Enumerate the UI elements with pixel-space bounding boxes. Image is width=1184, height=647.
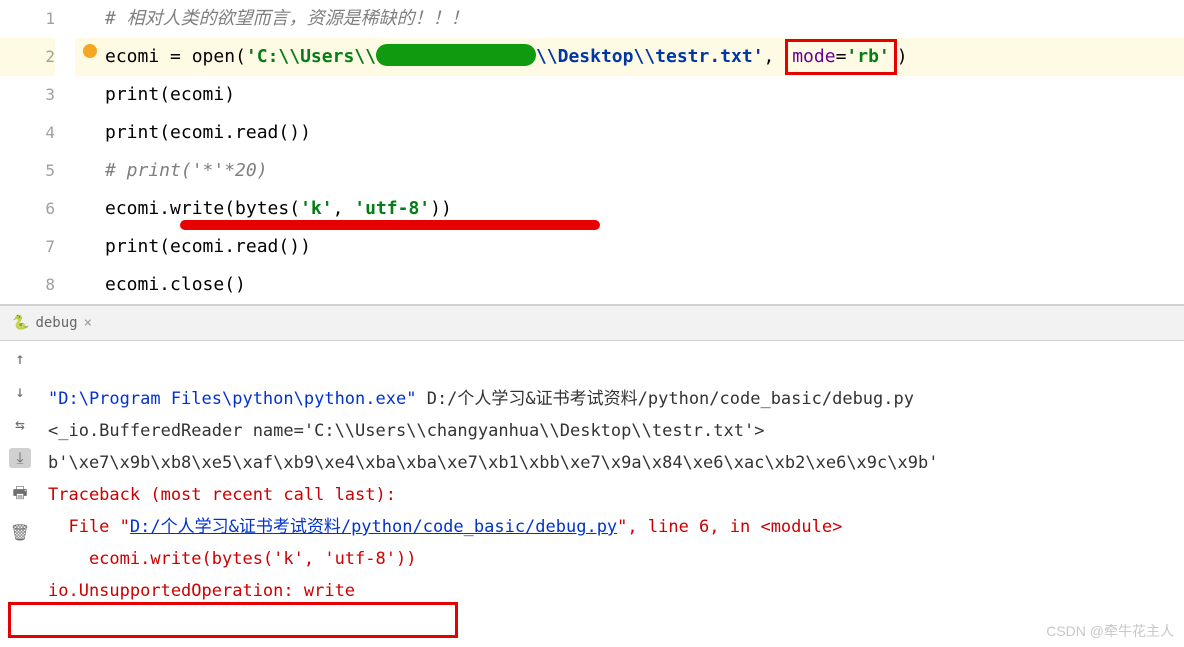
red-underline-annotation <box>180 220 600 230</box>
code-line-3[interactable]: print(ecomi) <box>75 76 1184 114</box>
redacted-username <box>376 44 536 66</box>
console-toolbar: ↑ ↓ ⇆ ⤓ 🖶 🗑 <box>0 341 40 601</box>
close-icon[interactable]: × <box>84 315 92 331</box>
line-number: 6 <box>0 190 55 228</box>
code-line-5[interactable]: # print('*'*20) <box>75 152 1184 190</box>
python-icon: 🐍 <box>12 315 29 331</box>
code-line-7[interactable]: print(ecomi.read()) <box>75 228 1184 266</box>
code-editor: 1 2 3 4 5 6 7 8 # 相对人类的欲望而言，资源是稀缺的！！！ ec… <box>0 0 1184 305</box>
console-output[interactable]: "D:\Program Files\python\python.exe" D:/… <box>40 341 1184 601</box>
output-bytes: b'\xe7\x9b\xb8\xe5\xaf\xb9\xe4\xba\xba\x… <box>48 453 938 473</box>
output-repr: <_io.BufferedReader name='C:\\Users\\cha… <box>48 421 764 441</box>
trash-icon[interactable]: 🗑 <box>9 523 31 542</box>
line-number: 1 <box>0 0 55 38</box>
console-tab-bar: 🐍 debug × <box>0 305 1184 341</box>
wrap-icon[interactable]: ⇆ <box>9 415 31 434</box>
tab-label: debug <box>35 315 77 331</box>
code-area[interactable]: # 相对人类的欲望而言，资源是稀缺的！！！ ecomi = open('C:\\… <box>75 0 1184 304</box>
error-highlight-box <box>8 602 458 638</box>
up-icon[interactable]: ↑ <box>9 349 31 368</box>
traceback-header: Traceback (most recent call last): <box>48 485 396 505</box>
line-number: 4 <box>0 114 55 152</box>
code-line-4[interactable]: print(ecomi.read()) <box>75 114 1184 152</box>
line-number: 7 <box>0 228 55 266</box>
code-line-2[interactable]: ecomi = open('C:\\Users\\\\Desktop\\test… <box>75 38 1184 76</box>
lightbulb-icon[interactable] <box>83 44 97 58</box>
scroll-icon[interactable]: ⤓ <box>9 448 31 468</box>
down-icon[interactable]: ↓ <box>9 382 31 401</box>
code-line-1[interactable]: # 相对人类的欲望而言，资源是稀缺的！！！ <box>75 0 1184 38</box>
code-line-8[interactable]: ecomi.close() <box>75 266 1184 304</box>
line-number: 8 <box>0 266 55 304</box>
line-number: 5 <box>0 152 55 190</box>
print-icon[interactable]: 🖶 <box>9 482 31 509</box>
watermark: CSDN @牵牛花主人 <box>1046 621 1174 641</box>
line-number: 3 <box>0 76 55 114</box>
highlighted-mode-param: mode='rb' <box>785 39 897 75</box>
line-gutter: 1 2 3 4 5 6 7 8 <box>0 0 75 304</box>
debug-tab[interactable]: 🐍 debug × <box>12 315 92 331</box>
traceback-code: ecomi.write(bytes('k', 'utf-8')) <box>48 549 416 569</box>
traceback-file-link[interactable]: D:/个人学习&证书考试资料/python/code_basic/debug.p… <box>130 517 617 537</box>
console-pane: ↑ ↓ ⇆ ⤓ 🖶 🗑 "D:\Program Files\python\pyt… <box>0 341 1184 601</box>
output-command: "D:\Program Files\python\python.exe" <box>48 389 416 409</box>
error-message: io.UnsupportedOperation: write <box>48 581 355 601</box>
line-number: 2 <box>0 38 55 76</box>
